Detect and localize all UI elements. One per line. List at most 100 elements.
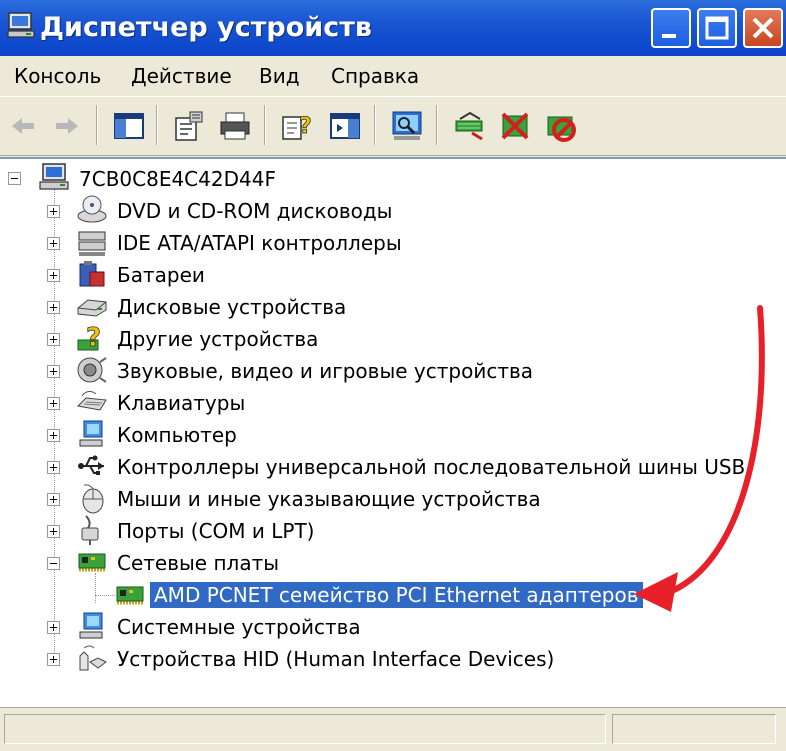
tree-item-ports[interactable]: Порты (COM и LPT) (0, 515, 786, 545)
tree-item-label: Дисковые устройства (117, 295, 347, 319)
properties-icon (175, 111, 203, 141)
battery-icon (79, 261, 105, 287)
disk-drive-icon (77, 299, 107, 317)
expand-toggle[interactable] (47, 301, 60, 314)
expand-toggle[interactable] (47, 237, 60, 250)
back-button[interactable] (6, 109, 40, 143)
computer-icon (79, 420, 103, 447)
expand-toggle[interactable] (47, 365, 60, 378)
scan-hardware-button[interactable] (390, 109, 424, 143)
show-hide-tree-icon (114, 113, 144, 139)
tree-item-hid[interactable]: Устройства HID (Human Interface Devices) (0, 643, 786, 673)
keyboard-icon (76, 390, 107, 411)
tree-item-usb[interactable]: Контроллеры универсальной последовательн… (0, 451, 786, 481)
menu-bar: Консоль Действие Вид Справка (0, 58, 786, 94)
system-device-icon (79, 612, 103, 639)
device-manager-window: Диспетчер устройств Консоль Действие Вид… (0, 0, 786, 751)
selected-device-label: AMD PCNET семейство PCI Ethernet адаптер… (150, 582, 643, 608)
maximize-button[interactable] (697, 8, 737, 48)
tree-item-amd-pcnet[interactable]: AMD PCNET семейство PCI Ethernet адаптер… (0, 579, 786, 609)
device-tree[interactable]: 7CB0C8E4C42D44F DVD и CD-ROM дисководы I… (0, 157, 786, 707)
print-button[interactable] (218, 109, 252, 143)
expand-toggle[interactable] (47, 269, 60, 282)
tree-item-label: Мыши и иные указывающие устройства (117, 487, 541, 511)
tree-root-label: 7CB0C8E4C42D44F (79, 167, 276, 191)
network-card-icon (78, 553, 106, 572)
menu-action[interactable]: Действие (131, 64, 232, 88)
help-icon: ? (282, 114, 312, 140)
collapse-toggle[interactable] (47, 557, 60, 570)
show-console-button[interactable] (328, 109, 362, 143)
tree-item-other-devices[interactable]: ? Другие устройства (0, 323, 786, 353)
expand-toggle[interactable] (47, 525, 60, 538)
tree-item-sound-video[interactable]: Звуковые, видео и игровые устройства (0, 355, 786, 385)
ide-controller-icon (78, 231, 106, 256)
close-button[interactable] (743, 8, 783, 48)
tree-item-mice[interactable]: Мыши и иные указывающие устройства (0, 483, 786, 514)
update-driver-button[interactable] (452, 109, 486, 143)
disable-button[interactable] (544, 109, 578, 143)
expand-toggle[interactable] (47, 653, 60, 666)
print-icon (220, 112, 250, 140)
minimize-button[interactable] (651, 8, 691, 48)
minimize-icon (662, 34, 676, 38)
computer-icon (39, 163, 69, 190)
toolbar-separator (264, 105, 266, 145)
disable-icon (547, 116, 576, 142)
expand-toggle[interactable] (47, 333, 60, 346)
expand-toggle[interactable] (47, 621, 60, 634)
forward-icon (56, 118, 78, 134)
tree-item-label: Устройства HID (Human Interface Devices) (117, 647, 555, 671)
svg-text:?: ? (86, 323, 101, 353)
svg-text:?: ? (299, 114, 312, 139)
toolbar-separator (436, 105, 438, 145)
expand-toggle[interactable] (47, 397, 60, 410)
tree-item-label: Компьютер (117, 423, 237, 447)
hid-icon (79, 645, 107, 671)
tree-item-disk-drives[interactable]: Дисковые устройства (0, 291, 786, 321)
port-icon (81, 515, 99, 545)
title-bar[interactable]: Диспетчер устройств (0, 0, 786, 56)
collapse-toggle[interactable] (8, 172, 21, 185)
forward-button[interactable] (50, 109, 84, 143)
tree-item-label: Контроллеры универсальной последовательн… (117, 455, 746, 479)
toolbar-separator (156, 105, 158, 145)
properties-button[interactable] (172, 109, 206, 143)
menu-console[interactable]: Консоль (14, 64, 101, 88)
expand-toggle[interactable] (47, 461, 60, 474)
show-hide-tree-button[interactable] (112, 109, 146, 143)
tree-item-network-adapters[interactable]: Сетевые платы (0, 547, 786, 577)
scan-hardware-icon (392, 111, 422, 140)
tree-item-system-devices[interactable]: Системные устройства (0, 611, 786, 641)
uninstall-button[interactable] (498, 109, 532, 143)
tree-item-label: Другие устройства (117, 327, 319, 351)
tree-item-dvd[interactable]: DVD и CD-ROM дисководы (0, 195, 786, 225)
mouse-icon (82, 484, 104, 514)
tree-item-batteries[interactable]: Батареи (0, 259, 786, 289)
help-button[interactable]: ? (280, 109, 314, 143)
network-card-icon (116, 586, 144, 605)
tree-item-ide[interactable]: IDE ATA/ATAPI контроллеры (0, 227, 786, 257)
expand-toggle[interactable] (47, 205, 60, 218)
window-title: Диспетчер устройств (40, 12, 372, 43)
status-pane-main (4, 714, 606, 744)
expand-toggle[interactable] (47, 429, 60, 442)
tree-item-label: Батареи (117, 263, 205, 287)
close-icon (752, 17, 774, 39)
toolbar: ? (0, 96, 786, 156)
status-bar (0, 707, 786, 751)
tree-item-computer[interactable]: Компьютер (0, 419, 786, 449)
tree-item-keyboards[interactable]: Клавиатуры (0, 387, 786, 417)
tree-item-label: Системные устройства (117, 615, 361, 639)
back-icon (12, 118, 34, 134)
unknown-device-icon: ? (77, 323, 101, 353)
menu-help[interactable]: Справка (331, 64, 419, 88)
tree-root-node[interactable]: 7CB0C8E4C42D44F (0, 163, 400, 193)
menu-view[interactable]: Вид (259, 64, 300, 88)
tree-item-label: Клавиатуры (117, 391, 246, 415)
usb-icon (78, 455, 104, 475)
tree-item-label: Порты (COM и LPT) (117, 519, 315, 543)
tree-item-label: DVD и CD-ROM дисководы (117, 199, 393, 223)
toolbar-separator (96, 105, 98, 145)
expand-toggle[interactable] (47, 493, 60, 506)
